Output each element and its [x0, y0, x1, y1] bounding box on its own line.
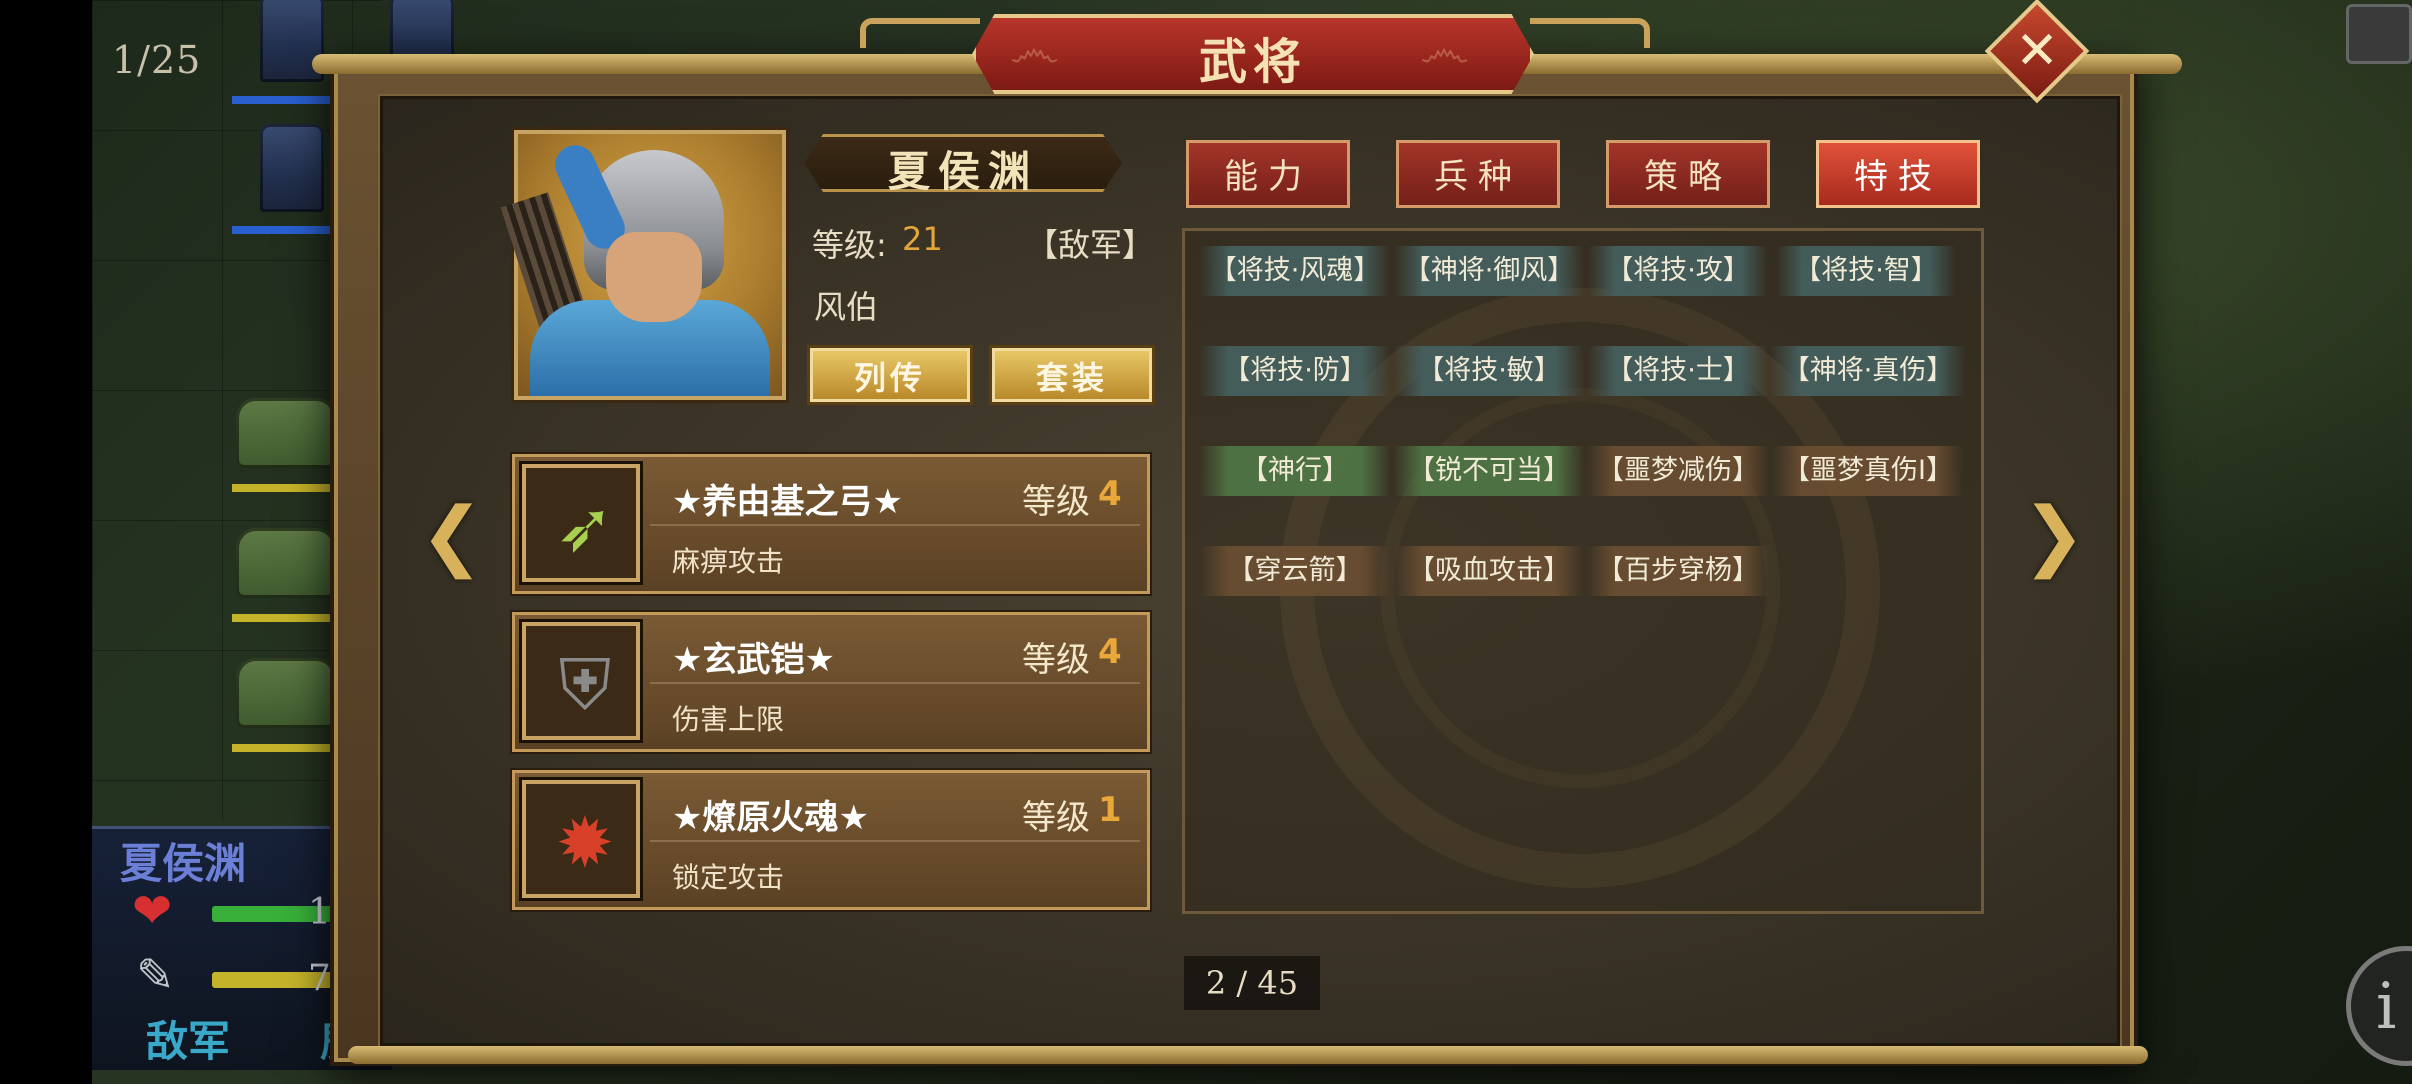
equipment-level-value: 1: [1098, 790, 1122, 830]
enemy-cart-unit[interactable]: [236, 658, 336, 728]
banner-ornament-left: [860, 18, 980, 48]
skill-tag[interactable]: 【百步穿杨】: [1586, 546, 1770, 596]
skill-tag[interactable]: 【神行】: [1200, 446, 1390, 496]
skill-tag[interactable]: 【将技·风魂】: [1200, 246, 1390, 296]
info-icon: i: [2376, 970, 2397, 1044]
skill-tag[interactable]: 【噩梦真伤Ⅰ】: [1772, 446, 1964, 496]
dialog-bottom-rail: [348, 1046, 2148, 1064]
banner-ornament-right: [1530, 18, 1650, 48]
level-label: 等级:: [812, 226, 887, 264]
skill-tag[interactable]: 【将技·士】: [1588, 346, 1768, 396]
skill-tag[interactable]: 【吸血攻击】: [1394, 546, 1584, 596]
tab-strategy[interactable]: 策略: [1606, 140, 1770, 208]
armor-icon: ⛨: [522, 622, 640, 740]
skill-tag[interactable]: 【将技·敏】: [1394, 346, 1584, 396]
equipment-name: ★玄武铠★: [672, 640, 835, 680]
feather-icon: ✎: [136, 948, 175, 1002]
equipment-divider: [650, 840, 1140, 842]
turn-counter: 1/25: [112, 38, 202, 82]
enemy-cart-unit[interactable]: [236, 398, 336, 468]
prev-general-arrow-icon[interactable]: ❮: [420, 490, 484, 579]
skill-tag[interactable]: 【穿云箭】: [1200, 546, 1390, 596]
portrait-face: [606, 232, 702, 322]
tab-troop-type[interactable]: 兵种: [1396, 140, 1560, 208]
equipment-effect: 麻痹攻击: [672, 545, 785, 578]
skill-tag[interactable]: 【噩梦减伤】: [1586, 446, 1770, 496]
equipment-level-value: 4: [1098, 632, 1122, 672]
close-icon[interactable]: ✕: [2000, 14, 2074, 88]
equipment-level-value: 4: [1098, 474, 1122, 514]
skill-tag[interactable]: 【锐不可当】: [1394, 446, 1584, 496]
dialog-title: 武将: [1198, 34, 1307, 90]
equipment-effect: 锁定攻击: [672, 861, 785, 894]
fire-crab-icon: ✹: [522, 780, 640, 898]
equipment-name: ★养由基之弓★: [672, 482, 903, 522]
skill-tag[interactable]: 【神将·御风】: [1394, 246, 1584, 296]
unit-name: 夏侯渊: [120, 839, 247, 888]
next-general-arrow-icon[interactable]: ❯: [2022, 490, 2086, 579]
enemy-soldier-unit[interactable]: [260, 124, 324, 212]
enemy-cart-unit[interactable]: [236, 528, 336, 598]
skill-tag[interactable]: 【将技·防】: [1200, 346, 1390, 396]
equipment-level-label: 等级: [1022, 640, 1090, 680]
equipment-level-label: 等级: [1022, 798, 1090, 838]
menu-corner-icon[interactable]: [2346, 4, 2412, 64]
heart-icon: ❤: [132, 883, 173, 939]
skill-tag[interactable]: 【神将·真伤】: [1770, 346, 1966, 396]
page-indicator: 2 / 45: [1184, 956, 1320, 1010]
equipment-effect: 伤害上限: [672, 703, 785, 736]
tab-ability[interactable]: 能力: [1186, 140, 1350, 208]
general-name: 夏侯渊: [887, 147, 1038, 196]
tab-special-skills[interactable]: 特技: [1816, 140, 1980, 208]
bow-icon: ➶: [522, 464, 640, 582]
general-title: 风伯: [814, 288, 879, 326]
skill-tag[interactable]: 【将技·智】: [1776, 246, 1956, 296]
faction-label: 【敌军】: [1026, 226, 1155, 264]
skill-tag[interactable]: 【将技·攻】: [1588, 246, 1768, 296]
unit-side: 敌军: [146, 1017, 231, 1066]
level-value: 21: [902, 220, 943, 258]
equipment-set-button[interactable]: 套装: [992, 348, 1152, 402]
equipment-divider: [650, 682, 1140, 684]
equipment-name: ★燎原火魂★: [672, 798, 869, 838]
biography-button[interactable]: 列传: [810, 348, 970, 402]
equipment-level-label: 等级: [1022, 482, 1090, 522]
equipment-divider: [650, 524, 1140, 526]
